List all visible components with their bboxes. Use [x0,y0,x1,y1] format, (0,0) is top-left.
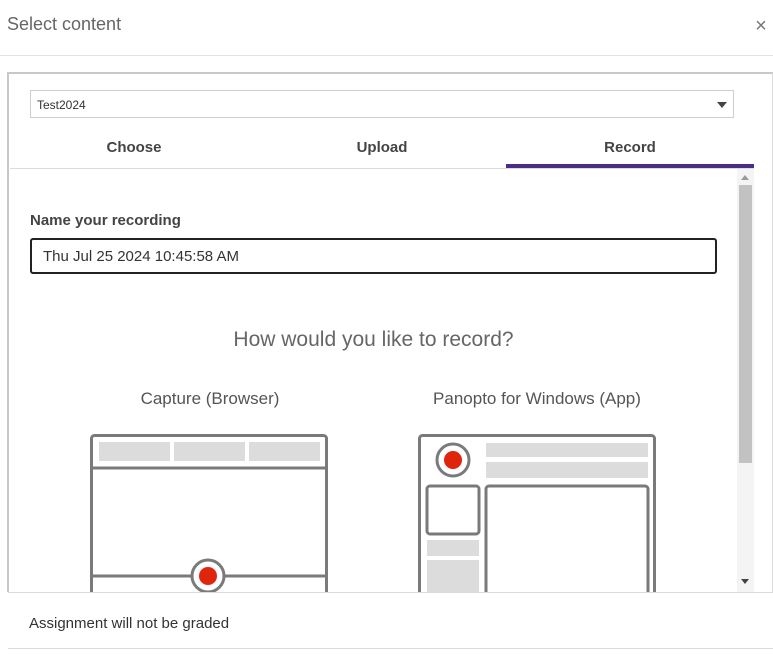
record-question: How would you like to record? [233,328,514,351]
tab-bar: Choose Upload Record [10,131,754,169]
grading-status-text: Assignment will not be graded [29,615,230,632]
dialog-header: Select content × [0,0,773,56]
tab-choose[interactable]: Choose [10,131,258,168]
close-button[interactable]: × [752,16,770,36]
recording-name-input[interactable] [30,238,717,274]
folder-select-value: Test2024 [37,98,86,112]
record-dot-icon [199,567,217,585]
tab-upload[interactable]: Upload [258,131,506,168]
browser-recorder-illustration[interactable] [90,434,330,592]
chevron-down-icon [717,102,727,108]
windows-app-illustration[interactable] [418,434,658,592]
vertical-scrollbar[interactable] [737,169,754,592]
recording-name-label: Name your recording [30,212,181,229]
tab-record[interactable]: Record [506,131,754,168]
capture-browser-title[interactable]: Capture (Browser) [80,389,340,409]
folder-select[interactable]: Test2024 [30,90,734,118]
scroll-up-arrow-icon[interactable] [741,175,749,180]
dialog-footer: Assignment will not be graded [8,592,773,649]
scrollbar-thumb[interactable] [739,185,752,463]
scroll-down-arrow-icon[interactable] [741,579,749,584]
panopto-windows-title[interactable]: Panopto for Windows (App) [407,389,667,409]
dialog-title: Select content [7,14,122,34]
